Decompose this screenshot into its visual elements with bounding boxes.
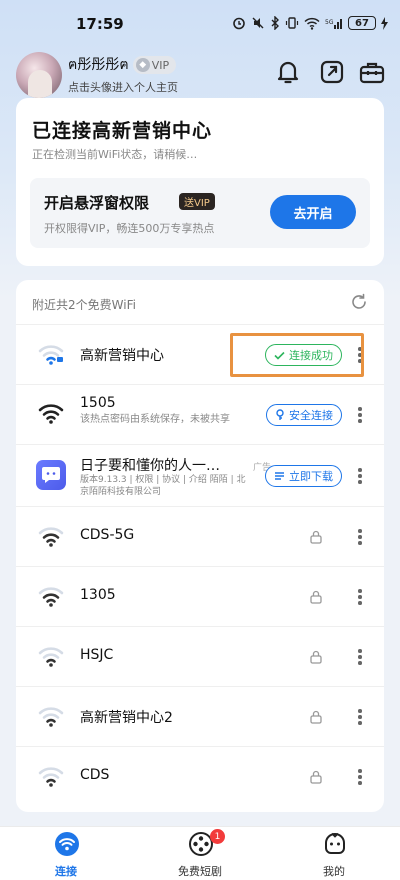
share-icon[interactable]	[318, 58, 346, 86]
wifi-weak-icon	[38, 767, 64, 787]
wifi-weak-icon	[38, 707, 64, 727]
vip-gift-tag: 送VIP	[179, 193, 215, 210]
nav-label-short-drama: 免费短剧	[178, 865, 222, 878]
mute-icon	[252, 17, 264, 29]
more-options-icon[interactable]	[358, 709, 362, 725]
download-label: 立即下载	[289, 470, 333, 483]
username-row: ฅ彤彤彤ฅ ◆ VIP	[68, 54, 177, 76]
key-icon	[276, 409, 284, 420]
more-options-icon[interactable]	[358, 649, 362, 665]
avatar[interactable]	[16, 52, 62, 98]
network-name: HSJC	[80, 647, 114, 663]
vip-gem-icon: ◆	[135, 58, 150, 72]
nav-label-profile: 我的	[323, 865, 345, 878]
nav-label-connect: 连接	[55, 865, 77, 878]
network-name: 高新营销中心2	[80, 710, 173, 726]
wifi-row[interactable]: HSJC	[16, 626, 384, 686]
network-name: 1305	[80, 587, 116, 603]
more-options-icon[interactable]	[358, 468, 362, 484]
lock-icon	[310, 590, 322, 604]
battery-indicator: 67	[348, 16, 376, 30]
bluetooth-icon	[271, 16, 279, 30]
lock-icon	[310, 770, 322, 784]
ad-description: 版本9.13.3 | 权限 | 协议 | 介绍 陌陌 | 北京陌陌科技有限公司	[80, 475, 246, 497]
more-options-icon[interactable]	[358, 407, 362, 423]
wifi-strong-icon	[38, 404, 64, 424]
alarm-icon	[233, 17, 245, 30]
toolbox-icon[interactable]	[358, 58, 386, 86]
more-options-icon[interactable]	[358, 529, 362, 545]
nav-tab-short-drama[interactable]: 1 免费短剧	[150, 827, 250, 880]
charging-icon	[381, 16, 388, 30]
vibrate-icon	[285, 17, 299, 29]
ad-row[interactable]: 日子要和懂你的人一… 广告 版本9.13.3 | 权限 | 协议 | 介绍 陌陌…	[16, 444, 384, 506]
profile-face-icon	[325, 832, 345, 854]
float-window-subtitle: 开权限得VIP，畅连500万专享热点	[44, 222, 215, 235]
wifi-row[interactable]: 1505 该热点密码由系统保存，未被共享 安全连接	[16, 384, 384, 444]
status-bar: 17:59 5G 67	[0, 0, 400, 50]
connected-subtitle: 正在检测当前WiFi状态，请稍候…	[32, 148, 198, 161]
network-name: 高新营销中心	[80, 348, 164, 364]
refresh-icon[interactable]	[350, 293, 368, 311]
secure-connect-label: 安全连接	[289, 409, 333, 422]
profile-hint: 点击头像进入个人主页	[68, 81, 178, 94]
vip-label: VIP	[151, 58, 170, 72]
float-window-promo: 开启悬浮窗权限 送VIP 开权限得VIP，畅连500万专享热点 去开启	[30, 178, 370, 248]
ad-title: 日子要和懂你的人一…	[80, 458, 220, 474]
wifi-list-header: 附近共2个免费WiFi	[32, 298, 136, 312]
wifi-signal-icon	[304, 17, 320, 30]
svg-text:5G: 5G	[325, 19, 334, 26]
float-window-title: 开启悬浮窗权限	[44, 194, 150, 212]
network-name: CDS-5G	[80, 527, 135, 543]
wifi-medium-icon	[38, 527, 64, 547]
secure-connect-button[interactable]: 安全连接	[266, 404, 342, 426]
wifi-connected-icon	[38, 345, 64, 365]
status-icons: 5G 67	[232, 16, 388, 30]
wifi-medium-icon	[38, 587, 64, 607]
network-name: CDS	[80, 767, 110, 783]
wifi-icon	[55, 832, 79, 856]
more-options-icon[interactable]	[358, 589, 362, 605]
nav-tab-profile[interactable]: 我的	[284, 827, 384, 880]
bell-icon[interactable]	[274, 58, 302, 86]
wifi-row[interactable]: 1305	[16, 566, 384, 626]
enable-float-window-button[interactable]: 去开启	[270, 195, 356, 229]
more-options-icon[interactable]	[358, 769, 362, 785]
bottom-nav: 连接 1 免费短剧 我的	[0, 826, 400, 880]
lock-icon	[310, 530, 322, 544]
network-name: 1505	[80, 395, 116, 411]
nav-tab-connect[interactable]: 连接	[16, 827, 116, 880]
connected-title: 已连接高新营销中心	[32, 120, 213, 142]
username: ฅ彤彤彤ฅ	[68, 57, 129, 73]
wifi-weak-icon	[38, 647, 64, 667]
notification-badge: 1	[210, 829, 225, 844]
highlight-box	[230, 333, 364, 377]
download-button[interactable]: 立即下载	[265, 465, 342, 487]
lock-icon	[310, 650, 322, 664]
cellular-signal-icon: 5G	[325, 18, 342, 29]
status-time: 17:59	[76, 15, 124, 33]
lock-icon	[310, 710, 322, 724]
chat-bubble-icon	[42, 467, 60, 483]
vip-badge[interactable]: ◆ VIP	[132, 56, 177, 74]
momo-app-icon	[36, 460, 66, 490]
wifi-row[interactable]: 高新营销中心2	[16, 686, 384, 746]
wifi-row[interactable]: CDS	[16, 746, 384, 806]
network-description: 该热点密码由系统保存，未被共享	[80, 414, 230, 425]
connected-card: 已连接高新营销中心 正在检测当前WiFi状态，请稍候… 开启悬浮窗权限 送VIP…	[16, 98, 384, 266]
wifi-row[interactable]: CDS-5G	[16, 506, 384, 566]
download-list-icon	[275, 472, 284, 480]
